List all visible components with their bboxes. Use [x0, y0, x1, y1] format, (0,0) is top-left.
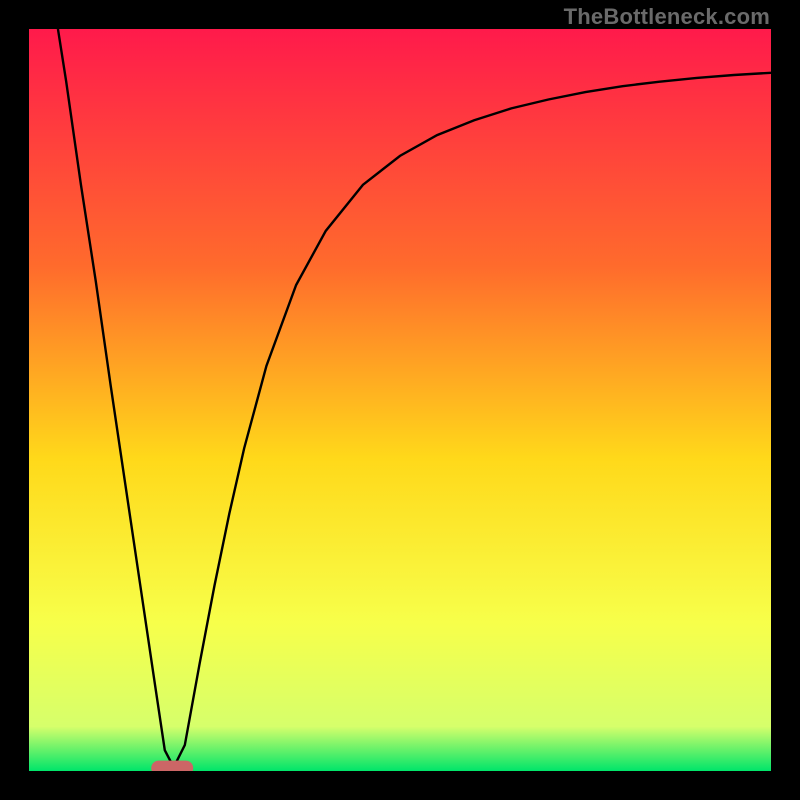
watermark-label: TheBottleneck.com	[564, 4, 770, 30]
optimal-point-marker	[151, 761, 193, 771]
chart-container: TheBottleneck.com	[0, 0, 800, 800]
bottleneck-curve	[29, 29, 771, 771]
plot-area	[29, 29, 771, 771]
